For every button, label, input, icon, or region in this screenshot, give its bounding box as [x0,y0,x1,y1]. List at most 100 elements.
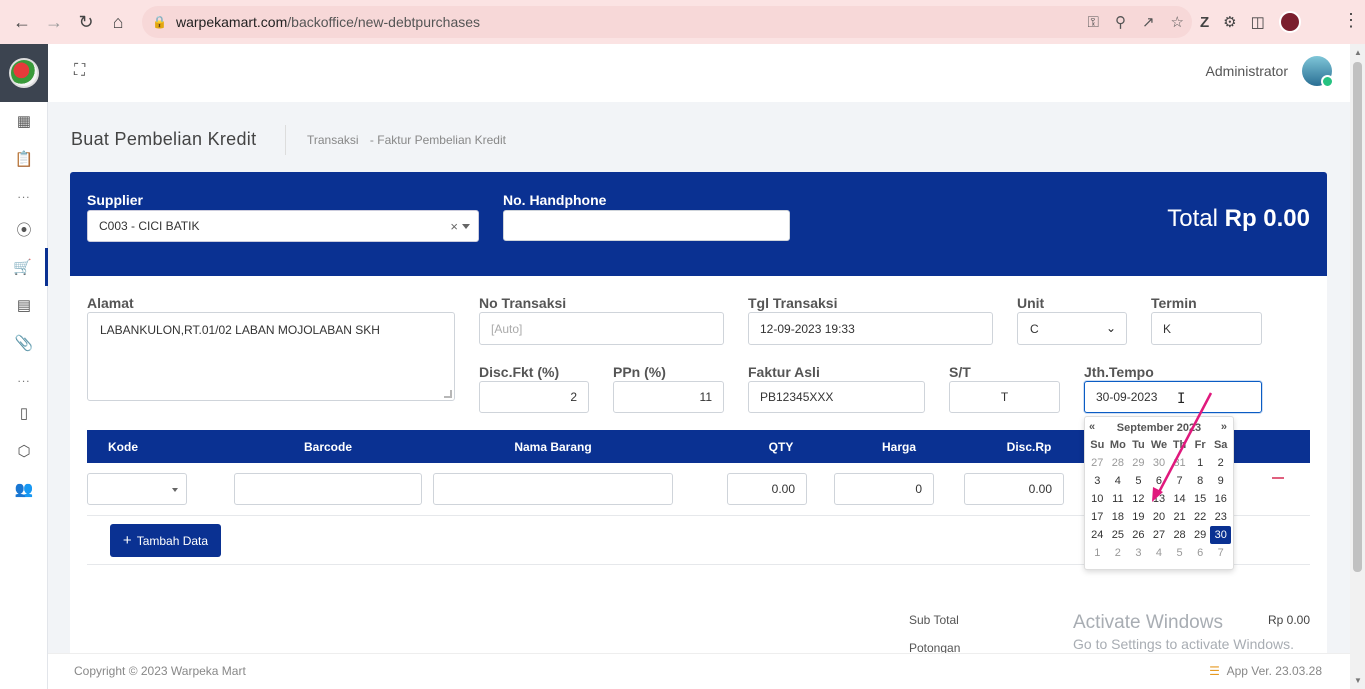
sidepanel-icon[interactable]: ◫ [1251,13,1265,31]
box-icon[interactable]: ⬡ [0,432,48,470]
calendar-day[interactable]: 17 [1087,508,1108,526]
calendar-day[interactable]: 5 [1128,472,1149,490]
nama-barang-input[interactable] [433,473,673,505]
paperclip-icon[interactable]: 📎 [0,324,48,362]
page-scrollbar[interactable]: ▲ ▼ [1350,44,1365,689]
users-icon[interactable]: 👥 [0,470,48,508]
tgl-transaksi-input[interactable]: 12-09-2023 19:33 [748,312,993,345]
share-icon[interactable]: ↗ [1142,13,1155,31]
breadcrumb-item[interactable]: Transaksi [307,133,359,147]
profile-avatar[interactable] [1278,11,1301,33]
no-transaksi-input[interactable]: [Auto] [479,312,724,345]
forward-icon[interactable]: → [38,6,70,38]
calendar-day[interactable]: 4 [1108,472,1129,490]
calendar-day[interactable]: 7 [1169,472,1190,490]
remove-row-icon[interactable] [1272,477,1284,479]
calendar-day[interactable]: 5 [1169,544,1190,562]
calendar-day[interactable]: 25 [1108,526,1129,544]
book-icon[interactable]: ▯ [0,394,48,432]
user-name[interactable]: Administrator [1206,63,1288,79]
scrollbar-thumb[interactable] [1353,62,1362,572]
scroll-up-icon[interactable]: ▲ [1354,48,1362,57]
next-month-button[interactable]: » [1221,421,1227,433]
calendar-day[interactable]: 31 [1169,454,1190,472]
reload-icon[interactable]: ↻ [70,6,102,38]
calendar-day[interactable]: 3 [1128,544,1149,562]
fullscreen-icon[interactable]: ⛶ [74,62,85,80]
calendar-day[interactable]: 12 [1128,490,1149,508]
calendar-day[interactable]: 26 [1128,526,1149,544]
handphone-input[interactable] [503,210,790,241]
faktur-input[interactable]: PB12345XXX [748,381,925,413]
calendar-day[interactable]: 22 [1190,508,1211,526]
calendar-day[interactable]: 1 [1190,454,1211,472]
dashboard-icon[interactable]: ▦ [0,102,48,140]
browser-menu-icon[interactable]: ⋮ [1342,10,1360,31]
app-logo[interactable] [0,44,48,102]
calendar-day[interactable]: 10 [1087,490,1108,508]
add-row-button[interactable]: + Tambah Data [110,524,221,557]
calendar-day[interactable]: 23 [1210,508,1231,526]
calendar-day[interactable]: 18 [1108,508,1129,526]
home-icon[interactable]: ⌂ [102,6,134,38]
resize-grip-icon[interactable] [444,390,452,398]
calendar-day[interactable]: 16 [1210,490,1231,508]
calendar-day[interactable]: 21 [1169,508,1190,526]
address-bar[interactable]: 🔒 warpekamart.com/backoffice/new-debtpur… [142,6,1192,38]
clear-icon[interactable]: × [450,219,458,234]
scroll-down-icon[interactable]: ▼ [1354,676,1362,685]
calendar-day[interactable]: 29 [1128,454,1149,472]
calendar-day[interactable]: 9 [1210,472,1231,490]
clipboard-icon[interactable]: 📋 [0,140,48,178]
st-input[interactable]: T [949,381,1060,413]
calendar-day[interactable]: 30 [1210,526,1231,544]
calendar-day[interactable]: 8 [1190,472,1211,490]
qty-input[interactable]: 0.00 [727,473,807,505]
calendar-day[interactable]: 11 [1108,490,1129,508]
cart-icon[interactable]: 🛒 [0,248,48,286]
calendar-day[interactable]: 3 [1087,472,1108,490]
harga-input[interactable]: 0 [834,473,934,505]
ppn-input[interactable]: 11 [613,381,724,413]
receipt-icon[interactable]: ▤ [0,286,48,324]
calendar-day[interactable]: 2 [1210,454,1231,472]
unit-select[interactable]: C ⌄ [1017,312,1127,345]
disc-input[interactable]: 2 [479,381,589,413]
calendar-day[interactable]: 20 [1149,508,1170,526]
datepicker-month[interactable]: September 2023 [1087,422,1231,434]
kode-select[interactable] [87,473,187,505]
key-icon[interactable]: ⚿ [1088,14,1099,31]
calendar-day[interactable]: 4 [1149,544,1170,562]
puzzle-icon[interactable]: ⚙ [1223,13,1236,31]
calendar-day[interactable]: 29 [1190,526,1211,544]
bookmark-star-icon[interactable]: ☆ [1171,13,1184,31]
calendar-day[interactable]: 28 [1108,454,1129,472]
calendar-day[interactable]: 6 [1190,544,1211,562]
calendar-day[interactable]: 13 [1149,490,1170,508]
calendar-day[interactable]: 6 [1149,472,1170,490]
calendar-day[interactable]: 27 [1149,526,1170,544]
user-avatar[interactable] [1302,56,1334,88]
calendar-day[interactable]: 19 [1128,508,1149,526]
broadcast-icon[interactable]: ⦿ [0,210,48,248]
termin-input[interactable]: K [1151,312,1262,345]
barcode-input[interactable] [234,473,422,505]
calendar-day[interactable]: 27 [1087,454,1108,472]
disc-rp-input[interactable]: 0.00 [964,473,1064,505]
calendar-day[interactable]: 1 [1087,544,1108,562]
calendar-day[interactable]: 28 [1169,526,1190,544]
extension-z-icon[interactable]: Z [1200,14,1209,31]
supplier-select[interactable]: C003 - CICI BATIK × [87,210,479,242]
alamat-textarea[interactable]: LABANKULON,RT.01/02 LABAN MOJOLABAN SKH [87,312,455,401]
calendar-day[interactable]: 14 [1169,490,1190,508]
jth-tempo-input[interactable]: 30-09-2023 [1084,381,1262,413]
app-header: ⛶ Administrator [48,44,1350,102]
back-icon[interactable]: ← [6,6,38,38]
zoom-icon[interactable]: ⚲ [1115,13,1126,31]
calendar-day[interactable]: 7 [1210,544,1231,562]
calendar-day[interactable]: 2 [1108,544,1129,562]
calendar-day[interactable]: 30 [1149,454,1170,472]
subtotal-label: Sub Total [909,613,959,627]
calendar-day[interactable]: 15 [1190,490,1211,508]
calendar-day[interactable]: 24 [1087,526,1108,544]
